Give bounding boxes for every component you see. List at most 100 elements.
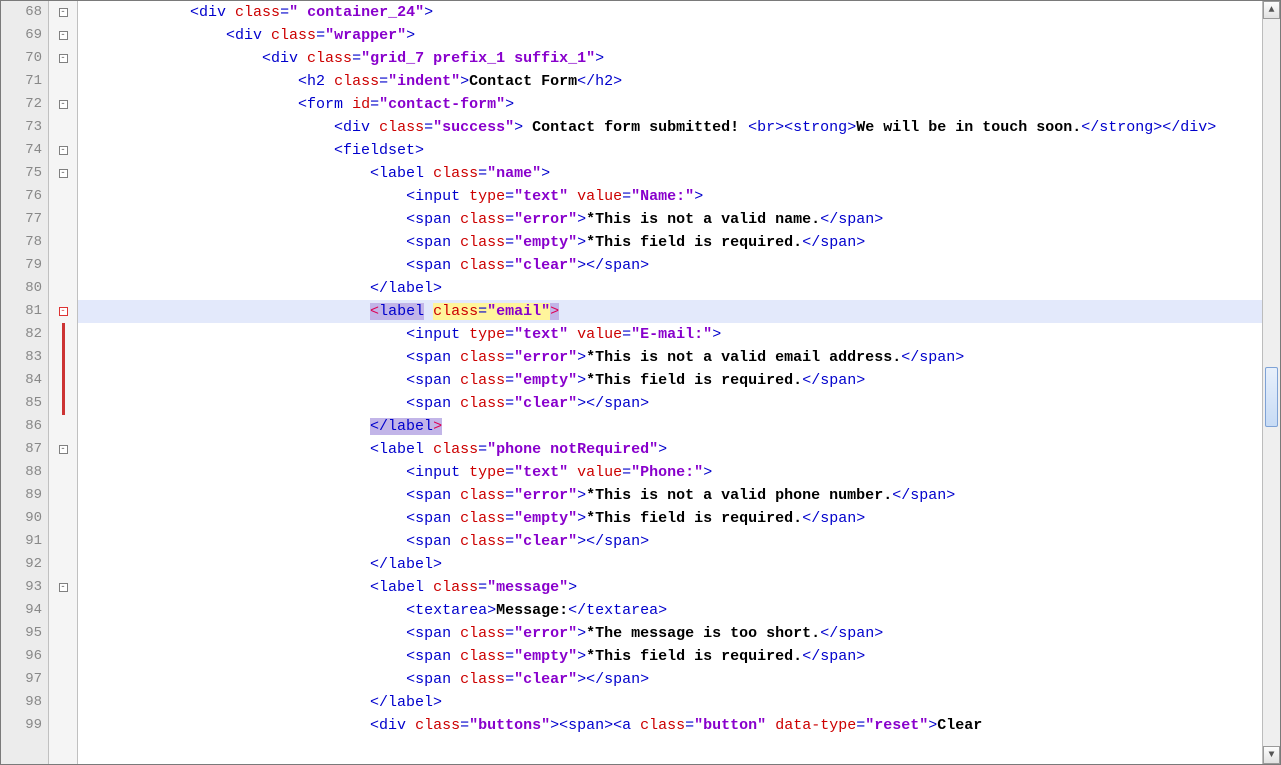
fold-cell[interactable]: -	[49, 162, 77, 185]
code-token: <span	[406, 510, 460, 527]
code-line[interactable]: <span class="error">*This is not a valid…	[78, 346, 1262, 369]
line-number: 83	[1, 346, 48, 369]
code-line[interactable]: <span class="empty">*This field is requi…	[78, 369, 1262, 392]
code-token: =	[505, 211, 514, 228]
fold-cell[interactable]: -	[49, 24, 77, 47]
code-line[interactable]: <div class="wrapper">	[78, 24, 1262, 47]
code-line[interactable]: <span class="clear"></span>	[78, 254, 1262, 277]
code-line[interactable]: <form id="contact-form">	[78, 93, 1262, 116]
code-token: =	[370, 96, 379, 113]
code-line[interactable]: <span class="clear"></span>	[78, 668, 1262, 691]
scroll-down-icon[interactable]: ▼	[1263, 746, 1280, 764]
fold-minus-icon[interactable]: -	[59, 146, 68, 155]
code-line[interactable]: <span class="clear"></span>	[78, 530, 1262, 553]
fold-minus-icon[interactable]: -	[59, 54, 68, 63]
code-token: <h2	[298, 73, 334, 90]
code-token: "error"	[514, 211, 577, 228]
fold-minus-icon[interactable]: -	[59, 445, 68, 454]
code-token: *This field is required.	[586, 372, 802, 389]
code-token: <input	[406, 326, 469, 343]
code-line[interactable]: <textarea>Message:</textarea>	[78, 599, 1262, 622]
code-token: >	[712, 326, 721, 343]
code-token: >	[577, 671, 586, 688]
code-line[interactable]: <input type="text" value="Name:">	[78, 185, 1262, 208]
code-token: *The message is too short.	[586, 625, 820, 642]
fold-minus-icon[interactable]: -	[59, 100, 68, 109]
code-line[interactable]: <label class="phone notRequired">	[78, 438, 1262, 461]
code-area[interactable]: <div class=" container_24"> <div class="…	[78, 1, 1262, 764]
fold-cell[interactable]: -	[49, 1, 77, 24]
code-token: "empty"	[514, 510, 577, 527]
code-line[interactable]: <label class="message">	[78, 576, 1262, 599]
fold-cell[interactable]: -	[49, 576, 77, 599]
code-line[interactable]: <div class="success"> Contact form submi…	[78, 116, 1262, 139]
code-token: "success"	[433, 119, 514, 136]
code-line[interactable]: </label>	[78, 553, 1262, 576]
code-token: value	[577, 188, 622, 205]
code-token	[424, 303, 433, 320]
fold-minus-icon[interactable]: -	[59, 31, 68, 40]
fold-minus-icon[interactable]: -	[59, 307, 68, 316]
code-token: id	[352, 96, 370, 113]
code-line[interactable]: <span class="empty">*This field is requi…	[78, 231, 1262, 254]
code-line[interactable]: <span class="error">*This is not a valid…	[78, 484, 1262, 507]
code-token: " container_24"	[289, 4, 424, 21]
code-line[interactable]: <span class="empty">*This field is requi…	[78, 507, 1262, 530]
fold-cell[interactable]: -	[49, 438, 77, 461]
fold-cell[interactable]: -	[49, 139, 77, 162]
code-token: *This field is required.	[586, 648, 802, 665]
fold-minus-icon[interactable]: -	[59, 8, 68, 17]
code-token: class	[433, 165, 478, 182]
code-token: =	[685, 717, 694, 734]
code-token: "text"	[514, 188, 568, 205]
code-token: =	[622, 464, 631, 481]
code-token: <span	[406, 257, 460, 274]
code-line[interactable]: <div class="grid_7 prefix_1 suffix_1">	[78, 47, 1262, 70]
code-token: "button"	[694, 717, 766, 734]
code-line[interactable]: <span class="error">*This is not a valid…	[78, 208, 1262, 231]
code-line[interactable]: <label class="email">	[78, 300, 1262, 323]
code-line[interactable]: </label>	[78, 277, 1262, 300]
fold-minus-icon[interactable]: -	[59, 583, 68, 592]
code-token: "clear"	[514, 671, 577, 688]
code-token: =	[424, 119, 433, 136]
code-token: class	[334, 73, 379, 90]
scroll-up-icon[interactable]: ▲	[1263, 1, 1280, 19]
code-line[interactable]: </label>	[78, 415, 1262, 438]
code-token: =	[478, 579, 487, 596]
code-line[interactable]: <h2 class="indent">Contact Form</h2>	[78, 70, 1262, 93]
code-token	[568, 326, 577, 343]
code-line[interactable]: <div class="buttons"><span><a class="but…	[78, 714, 1262, 737]
code-token: =	[505, 625, 514, 642]
code-line[interactable]: <span class="error">*The message is too …	[78, 622, 1262, 645]
fold-minus-icon[interactable]: -	[59, 169, 68, 178]
fold-cell[interactable]: -	[49, 47, 77, 70]
code-line[interactable]: <span class="empty">*This field is requi…	[78, 645, 1262, 668]
code-line[interactable]: <fieldset>	[78, 139, 1262, 162]
code-line[interactable]: <div class=" container_24">	[78, 1, 1262, 24]
code-token: "text"	[514, 326, 568, 343]
code-line[interactable]: </label>	[78, 691, 1262, 714]
code-line[interactable]: <span class="clear"></span>	[78, 392, 1262, 415]
code-line[interactable]: <label class="name">	[78, 162, 1262, 185]
code-line[interactable]: <input type="text" value="E-mail:">	[78, 323, 1262, 346]
fold-gutter: - - - - - - - - -	[49, 1, 78, 764]
code-token: >	[928, 717, 937, 734]
vertical-scrollbar[interactable]: ▲ ▼	[1262, 1, 1280, 764]
line-number: 88	[1, 461, 48, 484]
fold-cell[interactable]: -	[49, 93, 77, 116]
code-token: "error"	[514, 625, 577, 642]
code-token: Contact form submitted!	[532, 119, 748, 136]
line-number: 93	[1, 576, 48, 599]
code-token: "error"	[514, 487, 577, 504]
code-token: value	[577, 326, 622, 343]
code-token: >	[541, 165, 550, 182]
code-token	[568, 464, 577, 481]
code-line[interactable]: <input type="text" value="Phone:">	[78, 461, 1262, 484]
fold-cell[interactable]: -	[49, 300, 77, 323]
fold-cell	[49, 461, 77, 484]
scrollbar-thumb[interactable]	[1265, 367, 1278, 427]
fold-cell	[49, 392, 77, 415]
code-token: >	[595, 50, 604, 67]
fold-cell	[49, 599, 77, 622]
